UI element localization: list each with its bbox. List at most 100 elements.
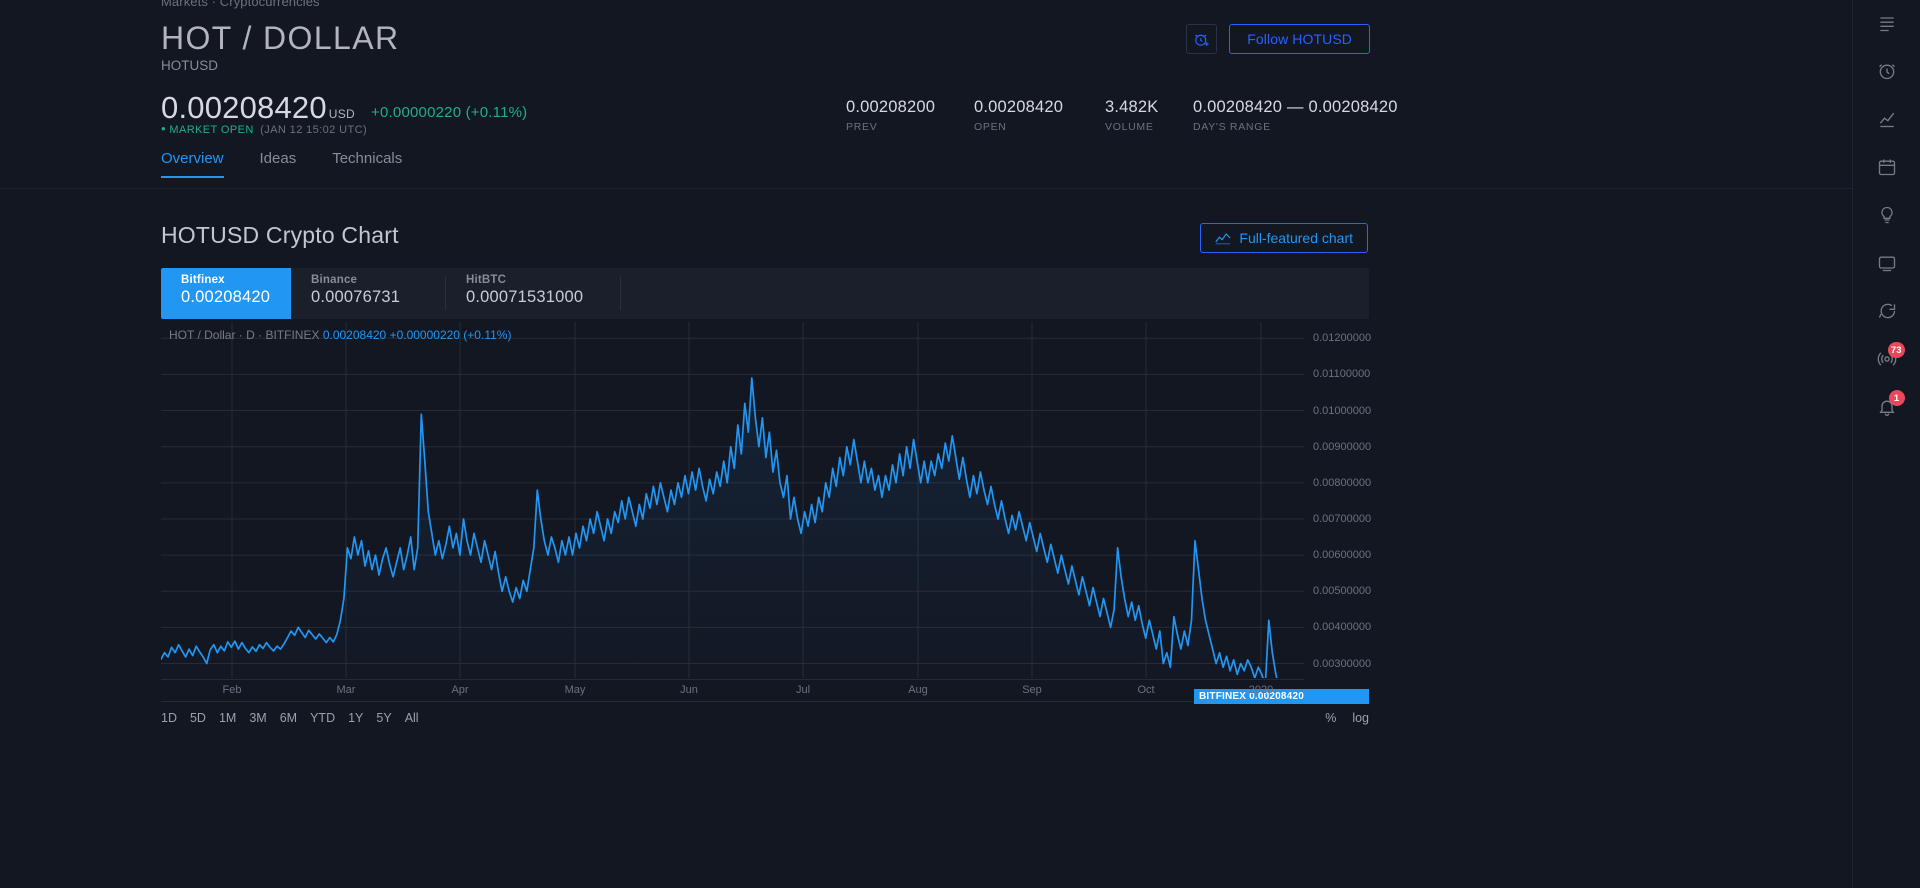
stat-days-range: 0.00208420 — 0.00208420 DAY'S RANGE [1193,98,1398,133]
y-axis-label: 0.00500000 [1313,585,1372,598]
range-6m[interactable]: 6M [280,711,297,725]
x-axis-label: 2020 [1248,684,1274,696]
x-axis-label: Mar [336,684,356,696]
stat-days-range-value: 0.00208420 — 0.00208420 [1193,98,1398,116]
exchange-divider [620,277,621,310]
chart-heading: HOTUSD Crypto Chart [161,222,399,248]
exchange-name: HitBTC [466,274,507,286]
page-title: HOT / DOLLAR [161,20,400,56]
right-sidebar: 73 1 [1852,0,1920,888]
notification-bell-icon[interactable]: 1 [1867,390,1907,424]
stream-icon[interactable] [1867,246,1907,280]
chart-plot-area[interactable] [161,322,1304,678]
range-1m[interactable]: 1M [219,711,236,725]
y-axis-label: 0.00800000 [1313,476,1372,489]
tab-ideas[interactable]: Ideas [260,150,297,178]
range-5y[interactable]: 5Y [376,711,391,725]
header-actions: Follow HOTUSD [1186,24,1370,54]
price-currency: USD [328,107,356,121]
stat-prev: 0.00208200 PREV [846,98,935,133]
exchange-price: 0.00071531000 [466,288,584,306]
y-axis-label: 0.00300000 [1313,657,1372,670]
notification-badge: 1 [1888,390,1905,406]
x-axis-label: Sep [1022,684,1042,696]
chart-y-axis: 0.01200000 0.01100000 0.01000000 0.00900000… [1194,322,1372,705]
calendar-icon[interactable] [1867,150,1907,184]
follow-button[interactable]: Follow HOTUSD [1229,24,1370,54]
chart-legend-change: +0.00000220 (+0.11%) [389,328,512,342]
watchlist-icon[interactable] [1867,6,1907,40]
exchange-price: 0.00076731 [311,288,401,306]
exchange-tab-hitbtc[interactable]: HitBTC 0.00071531000 [446,268,621,319]
stat-volume: 3.482K VOLUME [1105,98,1159,133]
stat-prev-label: PREV [846,121,878,133]
market-timestamp: (JAN 12 15:02 UTC) [260,124,368,136]
alerts-clock-icon[interactable] [1867,54,1907,88]
price-change: +0.00000220 (+0.11%) [371,104,528,121]
range-ytd[interactable]: YTD [310,711,335,725]
full-featured-chart-label: Full-featured chart [1239,230,1353,246]
x-axis-label: Jun [680,684,698,696]
x-axis-label: Feb [222,684,242,696]
range-1y[interactable]: 1Y [348,711,363,725]
exchange-selector: Bitfinex 0.00208420 Binance 0.00076731 H… [161,268,1369,319]
y-axis-label: 0.01200000 [1313,332,1372,345]
x-axis-label: Oct [1137,684,1155,696]
stat-days-range-label: DAY'S RANGE [1193,121,1271,133]
exchange-tab-bitfinex[interactable]: Bitfinex 0.00208420 [161,268,291,319]
chat-icon[interactable] [1867,294,1907,328]
hotlist-icon[interactable] [1867,102,1907,136]
ideas-bulb-icon[interactable] [1867,198,1907,232]
chart-svg [161,322,1304,678]
x-axis-label: Jul [795,684,811,696]
stat-open-value: 0.00208420 [974,98,1064,116]
status-dot-icon: • [161,121,166,136]
percent-scale-toggle[interactable]: % [1325,711,1336,725]
range-3m[interactable]: 3M [249,711,266,725]
symbol-ticker: HOTUSD [161,58,218,73]
range-5d[interactable]: 5D [190,711,206,725]
exchange-name: Bitfinex [181,274,225,286]
log-scale-toggle[interactable]: log [1352,711,1369,725]
tabs-divider [0,188,1852,189]
chart-scale-options: % log [1325,711,1369,725]
chart-x-axis: Feb Mar Apr May Jun Jul Aug Sep Oct 2020 [161,679,1304,702]
x-axis-label: Apr [451,684,469,696]
broadcast-icon[interactable]: 73 [1867,342,1907,376]
alarm-clock-add-icon[interactable] [1186,24,1218,54]
range-all[interactable]: All [405,711,419,725]
quote-stats: 0.00208200 PREV 0.00208420 OPEN 3.482K V… [840,98,1397,140]
chart-legend-value: 0.00208420 [322,328,387,342]
stat-prev-value: 0.00208200 [846,98,936,116]
tab-technicals[interactable]: Technicals [332,150,402,178]
chart-line-icon [1215,231,1232,245]
time-range-selector: 1D 5D 1M 3M 6M YTD 1Y 5Y All % log [161,705,1369,731]
tab-overview[interactable]: Overview [161,150,224,178]
main-content: Markets · Cryptocurrencies HOT / DOLLAR … [0,0,1852,888]
stat-open: 0.00208420 OPEN [974,98,1063,133]
exchange-tab-binance[interactable]: Binance 0.00076731 [291,268,446,319]
exchange-name: Binance [311,274,358,286]
broadcast-badge: 73 [1887,342,1905,358]
stat-open-label: OPEN [974,121,1007,133]
section-tabs: Overview Ideas Technicals [161,150,1852,188]
y-axis-label: 0.01000000 [1313,404,1372,417]
price-quote: 0.00208420 USD +0.00000220 (+0.11%) [161,92,527,123]
market-status-row: • MARKET OPEN (JAN 12 15:02 UTC) [161,121,367,136]
chart-legend-symbol: HOT / Dollar · D · BITFINEX [169,328,320,342]
y-axis-label: 0.00400000 [1313,621,1372,634]
y-axis-label: 0.00900000 [1313,440,1372,453]
exchange-price: 0.00208420 [181,288,271,306]
stat-volume-value: 3.482K [1105,98,1159,116]
breadcrumb[interactable]: Markets · Cryptocurrencies [161,0,320,9]
stat-volume-label: VOLUME [1105,121,1154,133]
full-featured-chart-button[interactable]: Full-featured chart [1200,223,1368,253]
price-chart[interactable]: HOT / Dollar · D · BITFINEX 0.00208420 +… [161,322,1372,705]
x-axis-label: May [564,684,586,696]
range-1d[interactable]: 1D [161,711,177,725]
page-root: Markets · Cryptocurrencies HOT / DOLLAR … [0,0,1920,888]
y-axis-label: 0.00700000 [1313,512,1372,525]
last-price: 0.00208420 [161,90,327,125]
y-axis-label: 0.01100000 [1313,368,1371,381]
y-axis-label: 0.00600000 [1313,549,1372,562]
